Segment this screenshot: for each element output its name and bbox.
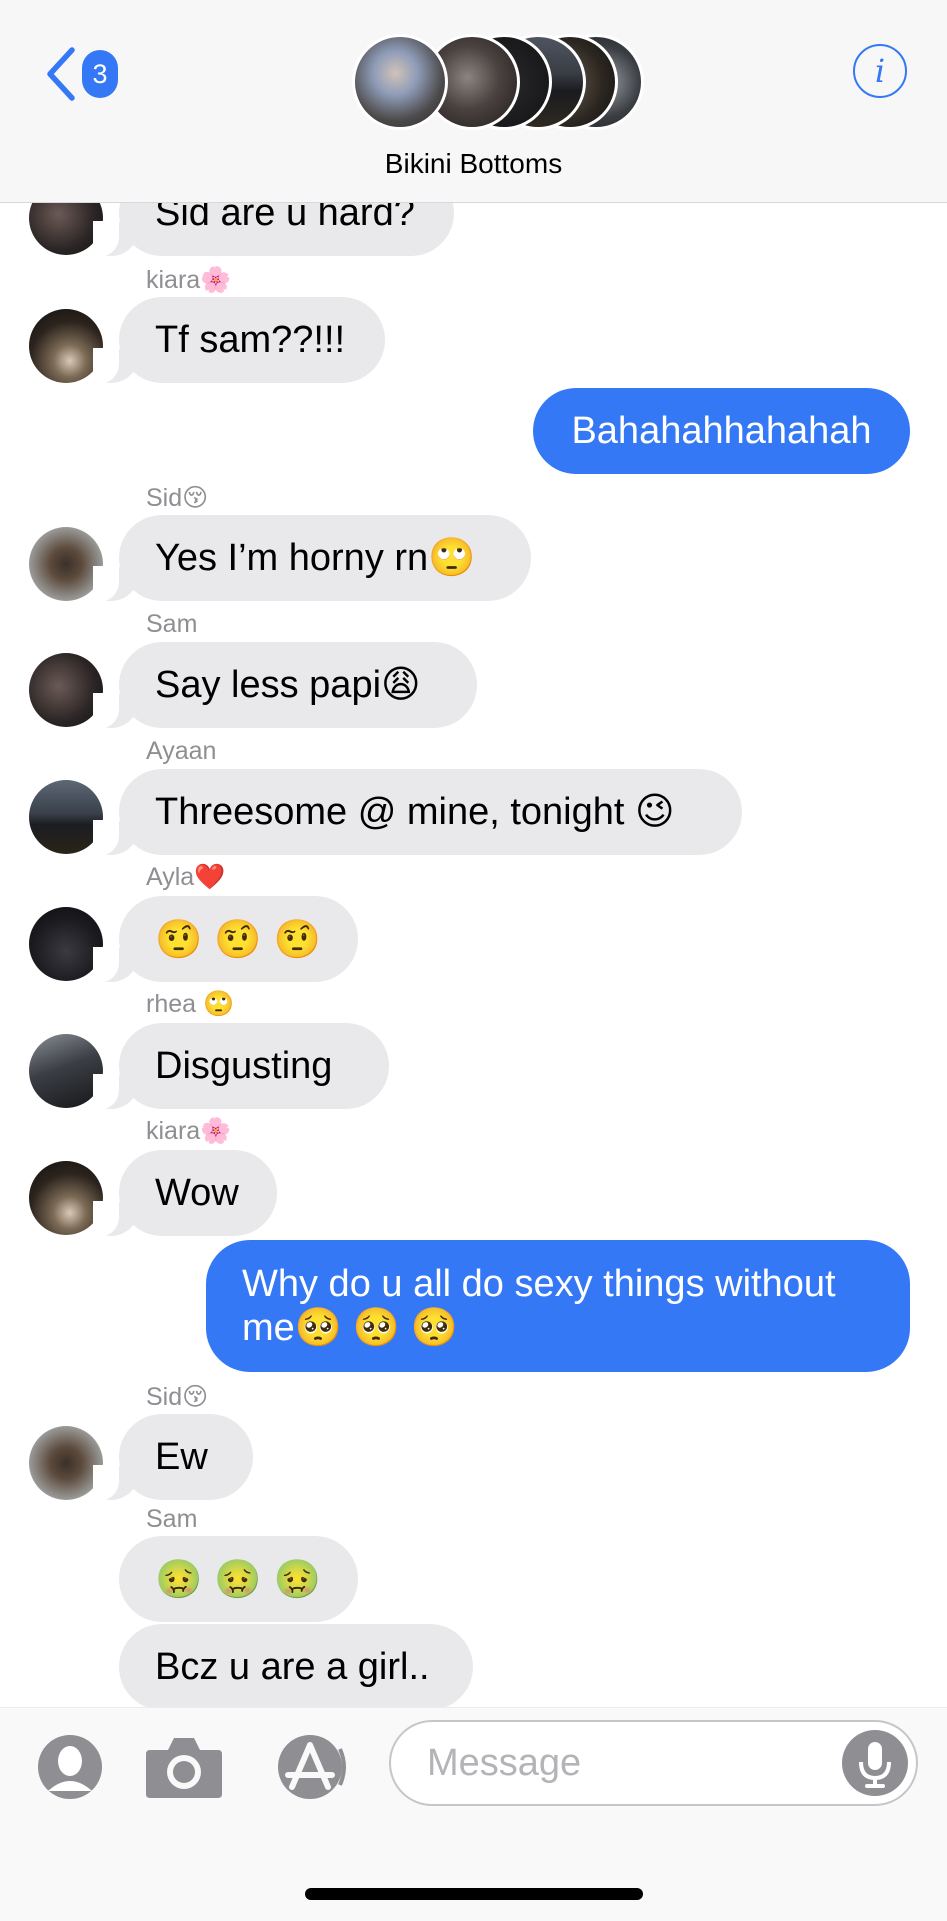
sender-name: Ayla❤️ [146, 863, 226, 891]
avatar-ayaan[interactable] [29, 780, 103, 854]
group-avatars[interactable] [352, 34, 652, 134]
sender-name: Sid😚 [146, 1383, 209, 1411]
avatar-rhea[interactable] [29, 1034, 103, 1108]
avatar-sid[interactable] [29, 527, 103, 601]
message-bubble[interactable]: 🤨 🤨 🤨 [93, 896, 358, 983]
avatar-kiara[interactable] [29, 309, 103, 383]
message-bubble[interactable]: Yes I’m horny rn🙄 [93, 515, 531, 602]
back-button[interactable]: 3 [44, 44, 134, 104]
message-bubble[interactable]: Bcz u are a girl.. [119, 1624, 473, 1710]
info-icon[interactable]: i [853, 44, 907, 98]
message-bubble[interactable]: Ew [93, 1414, 253, 1501]
avatar-kiara[interactable] [29, 1161, 103, 1235]
message-bubble-sent[interactable]: Bahahahhahahah [533, 388, 910, 474]
avatar [352, 34, 448, 130]
sender-name: Sam [146, 610, 198, 638]
message-bubble[interactable]: Disgusting [93, 1023, 389, 1110]
sender-name: rhea 🙄 [146, 990, 235, 1018]
home-indicator[interactable] [305, 1888, 643, 1900]
chevron-left-icon [47, 47, 75, 101]
message-bubble[interactable]: Wow [93, 1150, 277, 1237]
message-bubble[interactable]: Tf sam??!!! [93, 297, 385, 384]
group-name[interactable]: Bikini Bottoms [0, 148, 947, 180]
message-bubble-sent[interactable]: Why do u all do sexy things without me🥺 … [206, 1240, 910, 1372]
message-bubble[interactable]: Threesome @ mine, tonight 😉 [93, 769, 742, 856]
avatar-sid[interactable] [29, 1426, 103, 1500]
avatar-ayla[interactable] [29, 907, 103, 981]
message-input[interactable]: Message [389, 1720, 918, 1806]
sender-name: kiara🌸 [146, 266, 232, 294]
dictation-button[interactable] [842, 1730, 908, 1796]
avatar-sam[interactable] [29, 653, 103, 727]
camera-icon[interactable] [144, 1734, 224, 1800]
message-bubble[interactable]: 🤢 🤢 🤢 [119, 1536, 358, 1622]
message-placeholder: Message [427, 1742, 582, 1784]
message-list[interactable]: Sid are u hard? kiara🌸 Tf sam??!!! Bahah… [0, 0, 947, 1710]
sender-name: Sid😚 [146, 484, 209, 512]
conversation-header: 3 Bikini Bottoms i [0, 0, 947, 203]
message-bubble[interactable]: Say less papi😩 [93, 642, 477, 729]
sender-name: Ayaan [146, 737, 217, 765]
microphone-icon [859, 1742, 891, 1788]
sender-name: kiara🌸 [146, 1117, 232, 1145]
memoji-icon[interactable] [38, 1735, 102, 1799]
unread-count-badge: 3 [82, 50, 118, 98]
sender-name: Sam [146, 1505, 198, 1533]
app-store-icon[interactable] [270, 1735, 354, 1799]
